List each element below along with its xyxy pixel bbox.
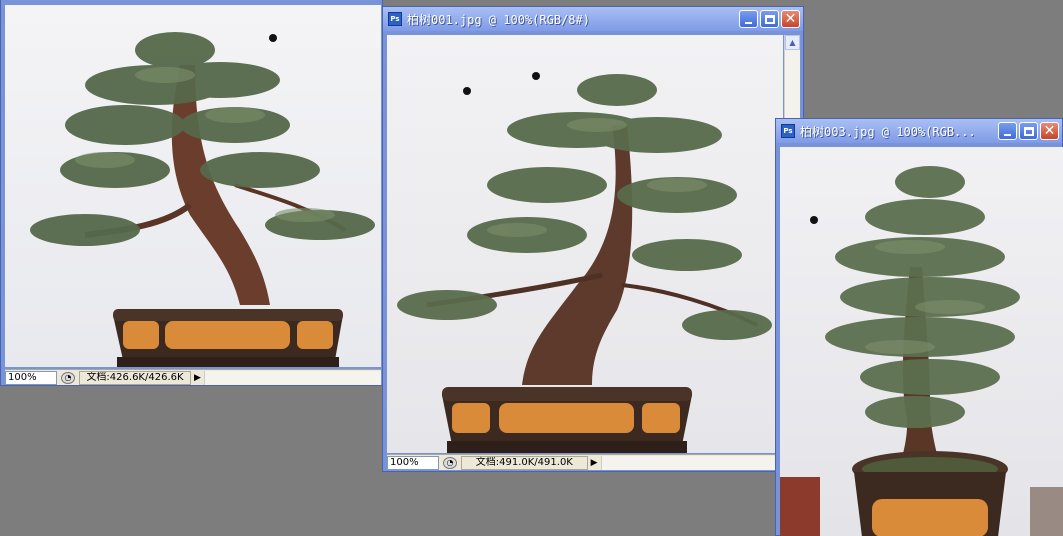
document-canvas-1[interactable] — [5, 5, 381, 367]
status-bar-2: 100% ◔ 文档:491.0K/491.0K ▶ — [387, 454, 801, 470]
title-bar-3[interactable]: Ps 柏树003.jpg @ 100%(RGB... ✕ — [776, 119, 1062, 143]
zoom-level-field[interactable]: 100% — [5, 370, 57, 385]
maximize-button[interactable] — [1019, 122, 1038, 140]
status-menu-arrow-icon[interactable]: ▶ — [191, 371, 204, 385]
document-canvas-2[interactable] — [387, 35, 783, 453]
close-icon: ✕ — [1043, 123, 1056, 139]
maximize-icon — [764, 14, 775, 24]
window-title: 柏树001.jpg @ 100%(RGB/8#) — [407, 12, 590, 27]
minimize-icon — [745, 22, 752, 24]
photoshop-icon: Ps — [388, 12, 402, 26]
close-icon: ✕ — [784, 11, 797, 27]
horizontal-scrollbar[interactable] — [600, 455, 801, 470]
horizontal-scrollbar[interactable] — [204, 370, 381, 385]
bonsai-photo-1 — [5, 5, 381, 367]
window-title: 柏树003.jpg @ 100%(RGB... — [800, 124, 976, 139]
title-bar-2[interactable]: Ps 柏树001.jpg @ 100%(RGB/8#) ✕ — [383, 7, 803, 31]
document-size-info[interactable]: 文档:426.6K/426.6K — [79, 370, 191, 385]
document-window-1[interactable]: 100% ◔ 文档:426.6K/426.6K ▶ — [0, 0, 383, 386]
maximize-icon — [1023, 126, 1034, 136]
zoom-level-field[interactable]: 100% — [387, 455, 439, 470]
status-menu-arrow-icon[interactable]: ▶ — [588, 456, 601, 470]
minimize-icon — [1004, 134, 1011, 136]
close-button[interactable]: ✕ — [781, 10, 800, 28]
photoshop-icon: Ps — [781, 124, 795, 138]
close-button[interactable]: ✕ — [1040, 122, 1059, 140]
scroll-up-icon[interactable]: ▲ — [785, 35, 800, 50]
document-canvas-3[interactable] — [780, 147, 1063, 536]
document-size-info[interactable]: 文档:491.0K/491.0K — [461, 455, 588, 470]
document-window-2[interactable]: Ps 柏树001.jpg @ 100%(RGB/8#) ✕ ▲ 100% ◔ 文… — [382, 6, 804, 472]
minimize-button[interactable] — [739, 10, 758, 28]
maximize-button[interactable] — [760, 10, 779, 28]
bonsai-photo-3 — [780, 147, 1063, 536]
status-bar-1: 100% ◔ 文档:426.6K/426.6K ▶ — [5, 369, 381, 385]
bonsai-photo-2 — [387, 35, 783, 453]
minimize-button[interactable] — [998, 122, 1017, 140]
navigator-icon[interactable]: ◔ — [61, 371, 75, 384]
document-window-3[interactable]: Ps 柏树003.jpg @ 100%(RGB... ✕ — [775, 118, 1063, 536]
navigator-icon[interactable]: ◔ — [443, 456, 457, 469]
